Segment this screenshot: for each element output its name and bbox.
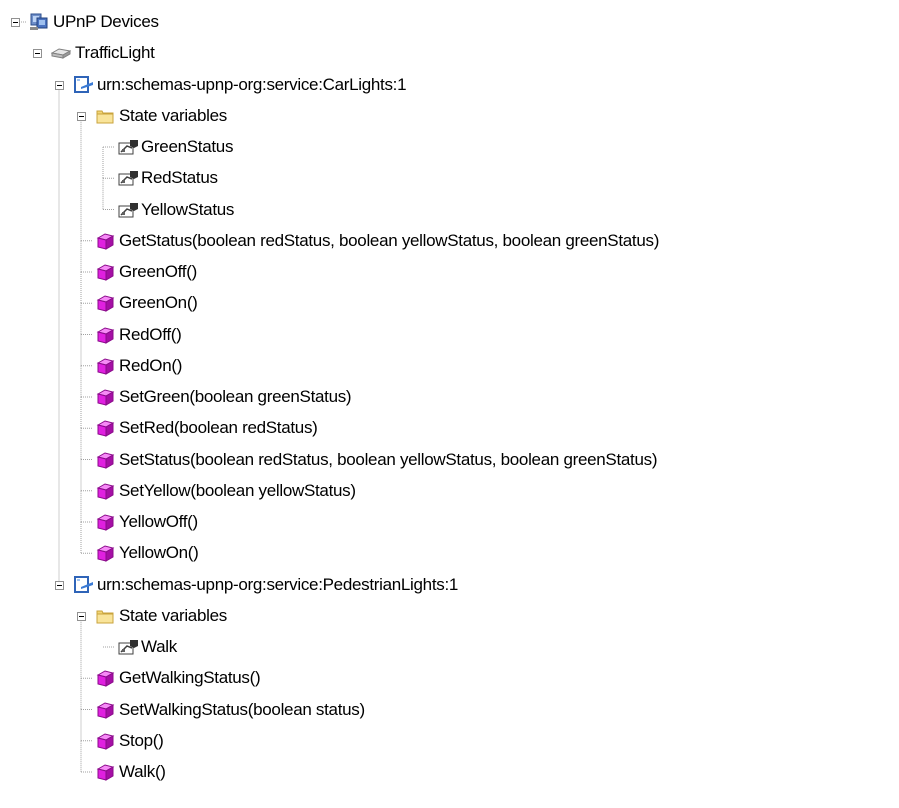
folder-icon xyxy=(95,106,115,126)
tree-node-label: UPnP Devices xyxy=(53,12,159,31)
tree-node-label: YellowOn() xyxy=(119,543,199,563)
action-cube-icon xyxy=(95,543,115,563)
tree-node-label: RedOff() xyxy=(119,324,182,344)
tree-node-device[interactable]: TrafficLight xyxy=(51,41,155,65)
action-cube-icon xyxy=(95,293,115,313)
tree-node-label: GreenOn() xyxy=(119,293,198,313)
tree-node-service[interactable]: urn:schemas-upnp-org:service:PedestrianL… xyxy=(73,573,458,597)
tree-node-label: SetYellow(boolean yellowStatus) xyxy=(119,480,356,500)
tree-node-state-variable[interactable]: Walk xyxy=(117,635,177,659)
tree-node-label: Walk() xyxy=(119,762,166,781)
tree-node-action[interactable]: SetGreen(boolean greenStatus) xyxy=(95,385,352,409)
action-cube-icon xyxy=(95,325,115,345)
tree-node-action[interactable]: SetRed(boolean redStatus) xyxy=(95,416,318,440)
state-variable-icon xyxy=(117,637,138,657)
action-cube-icon xyxy=(95,762,115,782)
action-cube-icon xyxy=(95,668,115,688)
tree-node-label: GreenStatus xyxy=(141,137,234,156)
tree-node-label: GetStatus(boolean redStatus, boolean yel… xyxy=(119,230,660,250)
tree-node-state-variable[interactable]: YellowStatus xyxy=(117,198,234,222)
action-cube-icon xyxy=(95,731,115,751)
state-variable-icon xyxy=(117,168,138,188)
tree-node-label: YellowOff() xyxy=(119,512,198,531)
tree-node-label: Stop() xyxy=(119,730,164,750)
tree-node-service[interactable]: urn:schemas-upnp-org:service:CarLights:1 xyxy=(73,73,407,97)
tree-node-action[interactable]: GetStatus(boolean redStatus, boolean yel… xyxy=(95,229,659,253)
tree-node-upnp-devices[interactable]: UPnP Devices xyxy=(29,10,159,34)
tree-node-action[interactable]: Walk() xyxy=(95,760,166,784)
tree-node-action[interactable]: SetWalkingStatus(boolean status) xyxy=(95,698,365,722)
action-cube-icon xyxy=(95,700,115,720)
action-cube-icon xyxy=(95,481,115,501)
tree-node-label: SetGreen(boolean greenStatus) xyxy=(119,387,352,406)
tree-node-state-variable[interactable]: GreenStatus xyxy=(117,135,233,159)
tree-node-action[interactable]: YellowOff() xyxy=(95,510,198,534)
action-cube-icon xyxy=(95,231,115,251)
network-computers-icon xyxy=(29,12,49,32)
tree-node-action[interactable]: RedOff() xyxy=(95,323,182,347)
tree-node-label: SetWalkingStatus(boolean status) xyxy=(119,699,365,719)
device-icon xyxy=(51,43,71,63)
action-cube-icon xyxy=(95,387,115,407)
tree-node-action[interactable]: SetYellow(boolean yellowStatus) xyxy=(95,479,356,503)
tree-node-label: urn:schemas-upnp-org:service:PedestrianL… xyxy=(97,574,459,594)
action-cube-icon xyxy=(95,418,115,438)
tree-node-label: SetStatus(boolean redStatus, boolean yel… xyxy=(119,449,658,469)
collapse-toggle-icon[interactable] xyxy=(33,49,42,59)
tree-node-action[interactable]: GreenOn() xyxy=(95,291,198,315)
service-icon xyxy=(73,575,93,595)
upnp-device-tree[interactable]: UPnP Devices TrafficLight urn:schemas-upnp… xyxy=(0,0,899,808)
tree-node-action[interactable]: YellowOn() xyxy=(95,541,199,565)
tree-node-state-variables[interactable]: State variables xyxy=(95,604,227,628)
action-cube-icon xyxy=(95,512,115,532)
tree-node-label: RedOn() xyxy=(119,355,183,375)
collapse-toggle-icon[interactable] xyxy=(55,580,64,590)
collapse-toggle-icon[interactable] xyxy=(11,18,20,27)
action-cube-icon xyxy=(95,450,115,470)
tree-node-label: urn:schemas-upnp-org:service:CarLights:1 xyxy=(97,74,407,94)
collapse-toggle-icon[interactable] xyxy=(77,611,86,621)
action-cube-icon xyxy=(95,356,115,376)
tree-node-label: Walk xyxy=(141,637,177,656)
tree-node-label: YellowStatus xyxy=(141,199,235,219)
action-cube-icon xyxy=(95,262,115,282)
tree-node-state-variable[interactable]: RedStatus xyxy=(117,166,218,190)
state-variable-icon xyxy=(117,200,138,220)
collapse-toggle-icon[interactable] xyxy=(77,111,86,121)
tree-node-label: RedStatus xyxy=(141,168,218,188)
tree-node-label: State variables xyxy=(119,605,227,625)
tree-node-state-variables[interactable]: State variables xyxy=(95,104,227,128)
tree-node-action[interactable]: Stop() xyxy=(95,729,164,753)
tree-node-action[interactable]: RedOn() xyxy=(95,354,182,378)
state-variable-icon xyxy=(117,137,138,157)
tree-node-label: GetWalkingStatus() xyxy=(119,668,261,688)
tree-node-label: State variables xyxy=(119,105,227,125)
tree-node-label: TrafficLight xyxy=(75,43,155,63)
tree-node-action[interactable]: SetStatus(boolean redStatus, boolean yel… xyxy=(95,448,657,472)
collapse-toggle-icon[interactable] xyxy=(55,80,64,90)
tree-node-action[interactable]: GetWalkingStatus() xyxy=(95,666,261,690)
tree-node-label: SetRed(boolean redStatus) xyxy=(119,418,318,438)
folder-icon xyxy=(95,606,115,626)
tree-node-action[interactable]: GreenOff() xyxy=(95,260,197,284)
tree-node-label: GreenOff() xyxy=(119,262,197,281)
service-icon xyxy=(73,75,93,95)
